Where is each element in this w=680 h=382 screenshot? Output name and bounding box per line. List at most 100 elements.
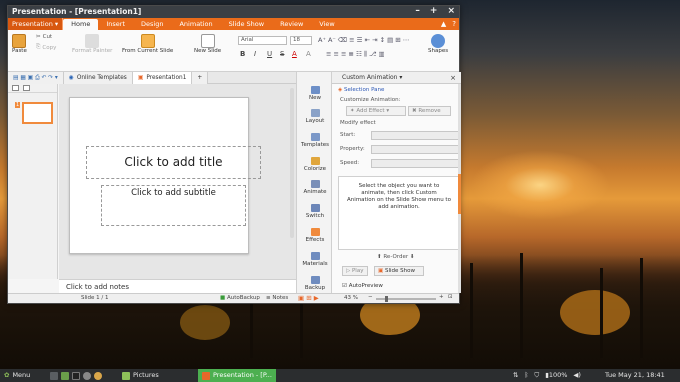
underline-button[interactable]: U	[267, 50, 272, 58]
notes-pane[interactable]: Click to add notes	[59, 279, 296, 293]
system-tray[interactable]: ⇅ ᛒ ⛉ ▮100% ◀)	[513, 369, 581, 382]
tab-home[interactable]: Home	[63, 19, 99, 30]
animation-pane-scrollbar[interactable]	[458, 84, 461, 293]
speed-label: Speed:	[340, 160, 360, 166]
tab-slide-show[interactable]: Slide Show	[221, 18, 272, 30]
battery-icon[interactable]: ▮100%	[545, 369, 567, 382]
highlight-button[interactable]: A	[306, 50, 311, 58]
copy-button[interactable]: ⎘ Copy	[36, 44, 56, 51]
autopreview-checkbox[interactable]: ☑ AutoPreview	[342, 283, 383, 289]
shapes-icon	[431, 34, 446, 48]
collapse-ribbon-icon[interactable]: ▲	[441, 18, 446, 30]
strikethrough-button[interactable]: S	[280, 50, 284, 58]
side-switch[interactable]: Switch	[297, 204, 333, 219]
bluetooth-icon[interactable]: ᛒ	[524, 369, 528, 382]
quick-access-toolbar[interactable]: ▤ ▦ ▣ ⎙ ↶ ↷ ▾	[8, 71, 64, 84]
side-colorize[interactable]: Colorize	[297, 157, 333, 172]
copy-icon: ⎘	[36, 44, 41, 50]
volume-icon[interactable]: ◀)	[573, 369, 581, 382]
ribbon-icons-row1[interactable]: A⁺ A⁻ ⌫ ≡ ☰ ⇤ ⇥ ↕ ▤ ⊞ ⋯	[318, 36, 409, 44]
tab-animation[interactable]: Animation	[171, 18, 220, 30]
side-layout[interactable]: Layout	[297, 109, 333, 124]
settings-icon[interactable]	[83, 371, 91, 380]
start-menu-button[interactable]: ✿ Menu	[4, 369, 30, 382]
view-buttons[interactable]: ▣ ⊞ ▶	[298, 294, 319, 302]
task-presentation[interactable]: Presentation - [P...	[198, 369, 276, 382]
tab-view[interactable]: View	[311, 18, 342, 30]
reorder-control[interactable]: ⬆ Re-Order ⬇	[377, 254, 414, 260]
network-icon[interactable]: ⇅	[513, 369, 518, 382]
zoom-out-button[interactable]: −	[368, 294, 373, 300]
presentation-window: Presentation - [Presentation1] – + × Pre…	[7, 5, 461, 304]
fit-window-icon[interactable]: ⊡	[448, 294, 453, 300]
font-family-select[interactable]: Arial	[238, 36, 287, 45]
from-current-slide-button[interactable]: From Current Slide	[122, 34, 173, 54]
tab-review[interactable]: Review	[272, 18, 311, 30]
notes-toggle[interactable]: ≡ Notes	[266, 295, 288, 301]
slide[interactable]: Click to add title Click to add subtitle	[69, 97, 261, 254]
selection-pane-link[interactable]: ◈ Selection Pane	[338, 87, 384, 93]
new-slide-button[interactable]: New Slide	[194, 34, 221, 54]
zoom-level: 43 %	[344, 295, 358, 301]
play-button[interactable]: ▷ Play	[342, 266, 368, 276]
side-backup[interactable]: Backup	[297, 276, 333, 291]
remove-button[interactable]: ✖ Remove	[408, 106, 451, 116]
property-label: Property:	[340, 146, 365, 152]
property-select[interactable]	[371, 145, 459, 154]
slide-counter: Slide 1 / 1	[81, 295, 109, 301]
close-button[interactable]: ×	[447, 6, 455, 17]
launcher-icons[interactable]	[50, 369, 102, 382]
maximize-button[interactable]: +	[430, 6, 438, 17]
animation-pane-title[interactable]: Custom Animation ▾	[342, 74, 402, 81]
minimize-button[interactable]: –	[415, 6, 420, 17]
tab-design[interactable]: Design	[133, 18, 171, 30]
slides-pane: 1	[8, 84, 58, 279]
side-new[interactable]: New	[297, 86, 333, 101]
task-pictures[interactable]: Pictures	[122, 369, 159, 382]
cut-button[interactable]: ✂ Cut	[36, 34, 52, 40]
clock[interactable]: Tue May 21, 18:41	[605, 369, 665, 382]
side-templates[interactable]: Templates	[297, 133, 333, 148]
start-select[interactable]	[371, 131, 459, 140]
font-color-button[interactable]: A	[292, 50, 297, 58]
title-placeholder[interactable]: Click to add title	[86, 146, 261, 179]
bold-button[interactable]: B	[240, 50, 245, 58]
tab-online-templates[interactable]: ◉ Online Templates	[63, 71, 133, 84]
close-pane-icon[interactable]: ×	[450, 72, 456, 84]
window-titlebar[interactable]: Presentation - [Presentation1] – + ×	[8, 6, 459, 18]
zoom-slider-thumb[interactable]	[385, 296, 388, 302]
slide-thumbnail[interactable]	[22, 102, 53, 124]
presentation-app-icon	[202, 371, 210, 380]
speed-select[interactable]	[371, 159, 459, 168]
files-icon[interactable]	[61, 371, 69, 380]
app-menu-button[interactable]: Presentation ▾	[8, 18, 64, 30]
outline-view-tab[interactable]	[23, 85, 30, 91]
autobackup-toggle[interactable]: ■ AutoBackup	[220, 295, 260, 301]
subtitle-placeholder[interactable]: Click to add subtitle	[101, 185, 246, 226]
new-tab-button[interactable]: +	[192, 71, 209, 84]
slides-view-tab[interactable]	[12, 85, 19, 91]
italic-button[interactable]: I	[254, 50, 256, 58]
desktop-icon[interactable]	[50, 371, 58, 380]
custom-animation-pane: Custom Animation ▾ × ◈ Selection Pane Cus…	[332, 72, 461, 293]
tab-presentation1[interactable]: ▣ Presentation1	[132, 71, 193, 84]
shield-icon[interactable]: ⛉	[534, 369, 539, 382]
canvas-scrollbar[interactable]	[290, 88, 294, 238]
side-effects[interactable]: Effects	[297, 228, 333, 243]
side-materials[interactable]: Materials	[297, 252, 333, 267]
terminal-icon[interactable]	[72, 371, 80, 380]
add-effect-button[interactable]: ✦ Add Effect ▾	[346, 106, 406, 116]
ribbon-icons-row2[interactable]: ≡ ≡ ≡ ≣ ☷ ⫼ ⎇ ▥	[326, 50, 385, 59]
slide-show-button[interactable]: ▣ Slide Show	[374, 266, 424, 276]
format-painter-button[interactable]: Format Painter	[72, 34, 112, 54]
animation-list[interactable]: Select the object you want to animate, t…	[338, 176, 460, 250]
browser-icon[interactable]	[94, 371, 102, 380]
font-size-select[interactable]: 18	[290, 36, 312, 45]
side-animate[interactable]: Animate	[297, 180, 333, 195]
paste-button[interactable]: Paste	[12, 34, 27, 54]
home-ribbon: Paste ✂ Cut ⎘ Copy Format Painter From Cur…	[8, 30, 459, 72]
zoom-in-button[interactable]: +	[439, 294, 444, 300]
tab-insert[interactable]: Insert	[98, 18, 133, 30]
shapes-button[interactable]: Shapes	[428, 34, 448, 54]
help-icon[interactable]: ?	[452, 18, 456, 30]
